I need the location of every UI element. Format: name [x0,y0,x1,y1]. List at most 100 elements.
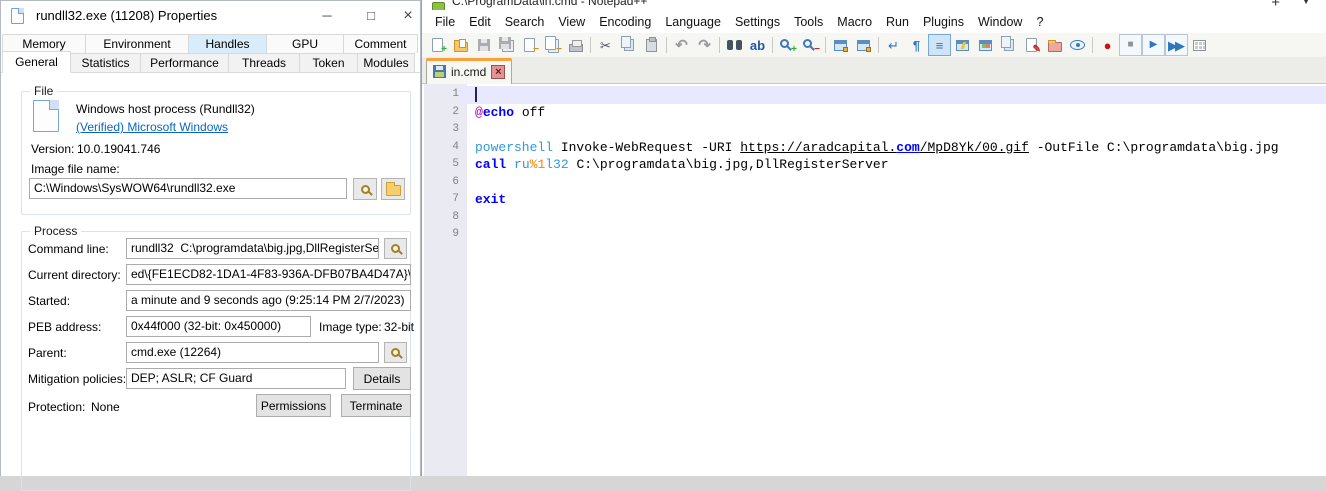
version-value: 10.0.19041.746 [77,142,160,156]
save-all-icon[interactable] [495,34,518,56]
protection-label: Protection: [28,400,85,414]
word-wrap-icon[interactable]: ↵ [882,34,905,56]
monitoring-eye-icon[interactable] [1066,34,1089,56]
code-line: 3 [424,121,1326,139]
folder-as-workspace-icon[interactable] [1043,34,1066,56]
toolbar: + − − ✂ ↶ ↷ ab + − ↵ ¶ ≡ ✎ ● ■ ▶ [422,33,1326,57]
tab-general[interactable]: General [2,51,71,73]
mitigation-policies-label: Mitigation policies: [28,372,126,386]
play-macro-icon[interactable]: ▶ [1142,34,1165,56]
open-folder-button[interactable] [381,178,405,200]
magnifier-icon [391,348,400,357]
tab-gpu[interactable]: GPU [266,34,344,53]
tab-token[interactable]: Token [299,53,358,73]
properties-window: rundll32.exe (11208) Properties ─ □ × Me… [0,0,421,476]
inspect-command-line-button[interactable] [384,238,407,259]
redo-icon[interactable]: ↷ [693,34,716,56]
print-icon[interactable] [564,34,587,56]
tab-handles[interactable]: Handles [188,34,267,53]
terminate-button[interactable]: Terminate [341,394,411,417]
menu-plugins[interactable]: Plugins [916,12,971,32]
tab-close-icon[interactable]: × [491,65,505,79]
save-macro-icon[interactable] [1188,34,1211,56]
code-line: 2 @echo off [424,104,1326,122]
close-all-icon[interactable]: − [541,34,564,56]
tab-environment[interactable]: Environment [85,34,189,53]
image-type-label: Image type: [319,320,382,334]
tab-modules[interactable]: Modules [357,53,415,73]
find-icon[interactable] [723,34,746,56]
current-directory-field[interactable]: ed\{FE1ECD82-1DA1-4F83-936A-DFB07BA4D47A… [126,264,411,285]
sync-vertical-icon[interactable] [829,34,852,56]
code-line: 1 [424,86,1326,104]
close-file-icon[interactable]: − [518,34,541,56]
folder-icon [386,185,401,196]
titlebar-plus-icon[interactable]: + [1271,0,1280,10]
menu-macro[interactable]: Macro [830,12,879,32]
tab-threads[interactable]: Threads [228,53,300,73]
function-list-icon[interactable] [951,34,974,56]
menu-settings[interactable]: Settings [728,12,787,32]
command-line-label: Command line: [28,242,109,256]
parent-label: Parent: [28,346,67,360]
command-line-field[interactable]: rundll32 C:\programdata\big.jpg,DllRegis… [126,238,379,259]
inspect-parent-button[interactable] [384,342,407,363]
tab-in-cmd[interactable]: in.cmd × [426,58,512,84]
menu-language[interactable]: Language [658,12,728,32]
menu-encoding[interactable]: Encoding [592,12,658,32]
permissions-button[interactable]: Permissions [256,394,331,417]
document-map-icon[interactable] [974,34,997,56]
close-button[interactable]: × [395,1,421,31]
tab-performance[interactable]: Performance [140,53,229,73]
save-file-icon[interactable] [472,34,495,56]
cut-icon[interactable]: ✂ [594,34,617,56]
zoom-in-icon[interactable]: + [776,34,799,56]
open-file-icon[interactable] [449,34,472,56]
properties-titlebar: rundll32.exe (11208) Properties ─ □ × [1,1,420,31]
stop-macro-icon[interactable]: ■ [1119,34,1142,56]
replace-icon[interactable]: ab [746,34,769,56]
download-url[interactable]: com [896,140,919,155]
menu-search[interactable]: Search [498,12,552,32]
image-file-name-field[interactable]: C:\Windows\SysWOW64\rundll32.exe [29,178,347,199]
minimize-button[interactable]: ─ [305,1,349,31]
menu-window[interactable]: Window [971,12,1029,32]
copy-icon[interactable] [617,34,640,56]
menu-tools[interactable]: Tools [787,12,830,32]
protection-value: None [91,400,120,414]
record-macro-icon[interactable]: ● [1096,34,1119,56]
inspect-image-button[interactable] [353,178,377,200]
sync-horizontal-icon[interactable] [852,34,875,56]
tab-label: in.cmd [451,65,486,79]
maximize-button[interactable]: □ [349,1,393,31]
parent-field[interactable]: cmd.exe (12264) [126,342,379,363]
run-macro-multiple-icon[interactable]: ▶▶ [1165,34,1188,56]
verified-signer-link[interactable]: (Verified) Microsoft Windows [76,120,228,134]
show-all-characters-icon[interactable]: ¶ [905,34,928,56]
menu-view[interactable]: View [551,12,592,32]
menu-bar: File Edit Search View Encoding Language … [422,10,1326,33]
menu-help[interactable]: ? [1029,12,1050,32]
tab-statistics[interactable]: Statistics [70,53,141,73]
menu-file[interactable]: File [428,12,462,32]
code-editor[interactable]: 1 2 @echo off 3 4 powershell Invoke-WebR… [422,84,1326,476]
titlebar-caret-icon[interactable]: ▼ [1300,0,1312,7]
details-button[interactable]: Details [353,367,411,390]
paste-icon[interactable] [640,34,663,56]
started-field[interactable]: a minute and 9 seconds ago (9:25:14 PM 2… [126,290,411,311]
new-file-icon[interactable]: + [426,34,449,56]
peb-address-label: PEB address: [28,320,101,334]
tab-comment[interactable]: Comment [343,34,418,53]
peb-address-field[interactable]: 0x44f000 (32-bit: 0x450000) [126,316,311,337]
document-list-icon[interactable] [997,34,1020,56]
properties-window-title: rundll32.exe (11208) Properties [36,1,217,31]
undo-icon[interactable]: ↶ [670,34,693,56]
zoom-out-icon[interactable]: − [799,34,822,56]
menu-run[interactable]: Run [879,12,916,32]
mitigation-policies-field[interactable]: DEP; ASLR; CF Guard [126,368,346,389]
file-edit-icon[interactable]: ✎ [1020,34,1043,56]
download-url[interactable]: https://aradcapital. [740,140,896,155]
indent-guide-icon[interactable]: ≡ [928,34,951,56]
menu-edit[interactable]: Edit [462,12,498,32]
download-url[interactable]: /MpD8Yk/00.gif [920,140,1029,155]
